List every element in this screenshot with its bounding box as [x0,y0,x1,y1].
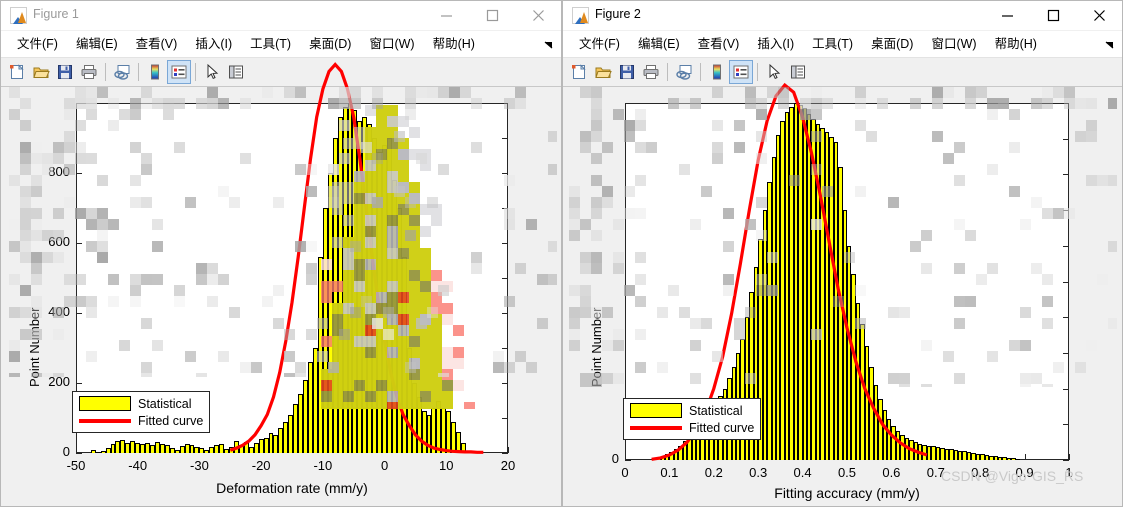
window-controls-2 [984,1,1122,30]
close-button[interactable] [515,1,561,30]
pointer-icon[interactable] [762,60,786,84]
toolbar-separator [757,63,758,81]
titlebar-figure-1[interactable]: Figure 1 [1,1,561,31]
fitted-curve [651,82,928,461]
legend-line-fitted [630,426,682,430]
open-file-icon[interactable] [29,60,53,84]
legend-label-fitted: Fitted curve [689,421,755,435]
legend-label-statistical: Statistical [689,403,743,418]
toolbar-separator [105,63,106,81]
figure-canvas-2: Point Number Fitting accuracy (mm/y) 0 0.… [563,82,1122,506]
new-figure-icon[interactable] [567,60,591,84]
menu-overflow-arrow-icon[interactable] [1104,38,1116,50]
fitted-curve [229,62,484,454]
legend-row-statistical: Statistical [630,403,754,418]
desktop: Figure 1 文件(F) 编辑(E) 查看(V) 插入(I) 工具(T) 桌… [0,0,1123,507]
menu-item-help[interactable]: 帮助(H) [986,31,1046,57]
save-figure-icon[interactable] [615,60,639,84]
legend-row-fitted: Fitted curve [630,421,754,435]
insert-legend-icon[interactable] [167,60,191,84]
toolbar-separator [195,63,196,81]
matlab-figure-icon [10,7,27,24]
save-figure-icon[interactable] [53,60,77,84]
menubar-figure-2[interactable]: 文件(F) 编辑(E) 查看(V) 插入(I) 工具(T) 桌面(D) 窗口(W… [563,31,1122,58]
toolbar-separator [138,63,139,81]
legend-swatch-statistical [630,403,682,418]
figure-window-1[interactable]: Figure 1 文件(F) 编辑(E) 查看(V) 插入(I) 工具(T) 桌… [0,0,562,507]
window-controls-1 [423,1,561,30]
menu-item-window[interactable]: 窗口(W) [360,31,423,57]
link-plot-icon[interactable] [672,60,696,84]
legend-line-fitted [79,419,131,423]
toolbar-figure-2[interactable] [563,58,1122,87]
menu-item-tools[interactable]: 工具(T) [241,31,300,57]
menu-overflow-arrow-icon[interactable] [543,38,555,50]
menu-item-file[interactable]: 文件(F) [8,31,67,57]
menu-item-window[interactable]: 窗口(W) [922,31,985,57]
chart-legend: Statistical Fitted curve [72,391,211,433]
property-editor-icon[interactable] [786,60,810,84]
minimize-button[interactable] [984,1,1030,30]
menu-list-2: 文件(F) 编辑(E) 查看(V) 插入(I) 工具(T) 桌面(D) 窗口(W… [563,31,1122,57]
titlebar-figure-2[interactable]: Figure 2 [563,1,1122,31]
legend-label-statistical: Statistical [138,396,192,411]
link-plot-icon[interactable] [110,60,134,84]
menu-item-tools[interactable]: 工具(T) [803,31,862,57]
pointer-icon[interactable] [200,60,224,84]
menu-item-desktop[interactable]: 桌面(D) [300,31,360,57]
window-title: Figure 2 [595,7,641,21]
toolbar-separator [667,63,668,81]
menu-item-help[interactable]: 帮助(H) [424,31,484,57]
matlab-figure-icon [572,7,589,24]
menu-item-edit[interactable]: 编辑(E) [629,31,689,57]
insert-legend-icon[interactable] [729,60,753,84]
maximize-button[interactable] [1030,1,1076,30]
close-button[interactable] [1076,1,1122,30]
property-editor-icon[interactable] [224,60,248,84]
menu-item-view[interactable]: 查看(V) [689,31,749,57]
legend-label-fitted: Fitted curve [138,414,204,428]
menu-item-desktop[interactable]: 桌面(D) [862,31,922,57]
csdn-watermark: CSDN @Vigo*GIS_RS [941,468,1084,484]
toolbar-separator [700,63,701,81]
maximize-button[interactable] [469,1,515,30]
print-figure-icon[interactable] [77,60,101,84]
new-figure-icon[interactable] [5,60,29,84]
legend-row-statistical: Statistical [79,396,203,411]
menu-item-edit[interactable]: 编辑(E) [67,31,127,57]
insert-colorbar-icon[interactable] [705,60,729,84]
menu-item-file[interactable]: 文件(F) [570,31,629,57]
minimize-button[interactable] [423,1,469,30]
toolbar-figure-1[interactable] [1,58,561,87]
print-figure-icon[interactable] [639,60,663,84]
menu-item-view[interactable]: 查看(V) [127,31,187,57]
menubar-figure-1[interactable]: 文件(F) 编辑(E) 查看(V) 插入(I) 工具(T) 桌面(D) 窗口(W… [1,31,561,58]
open-file-icon[interactable] [591,60,615,84]
window-title: Figure 1 [33,7,79,21]
menu-item-insert[interactable]: 插入(I) [186,31,241,57]
insert-colorbar-icon[interactable] [143,60,167,84]
menu-item-insert[interactable]: 插入(I) [748,31,803,57]
figure-window-2[interactable]: Figure 2 文件(F) 编辑(E) 查看(V) 插入(I) 工具(T) 桌… [562,0,1123,507]
legend-row-fitted: Fitted curve [79,414,203,428]
chart-legend: Statistical Fitted curve [623,398,762,440]
figure-canvas-1: Point Number Deformation rate (mm/y) -50… [1,62,561,506]
legend-swatch-statistical [79,396,131,411]
menu-list-1: 文件(F) 编辑(E) 查看(V) 插入(I) 工具(T) 桌面(D) 窗口(W… [1,31,561,57]
